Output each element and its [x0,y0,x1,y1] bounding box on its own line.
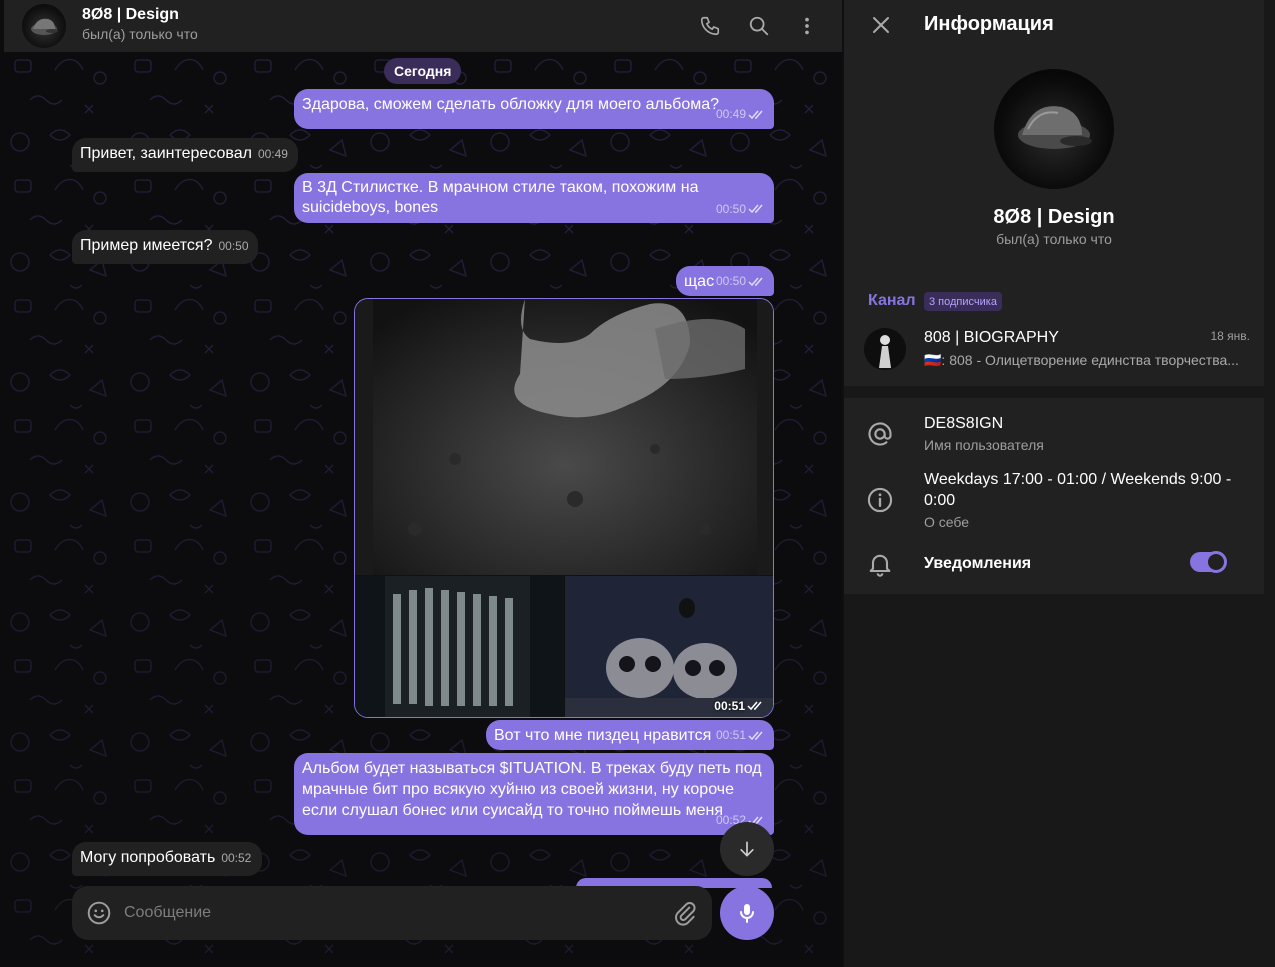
message-meta: 00:50 [716,199,766,219]
arrow-down-icon [740,841,754,857]
double-check-icon [748,110,763,119]
notifications-row[interactable]: Уведомления [844,551,1264,577]
telegram-app: 8Ø8 | Design был(а) только что Сегодня З… [0,0,1275,967]
close-icon [873,17,889,33]
at-icon [868,422,892,446]
call-button[interactable] [692,8,728,44]
message-outgoing[interactable]: Вот что мне пиздец нравится 00:51 [486,720,774,750]
username-row[interactable]: DE8S8IGN Имя пользователя [844,412,1264,462]
bio-row[interactable]: Weekdays 17:00 - 01:00 / Weekends 9:00 -… [844,468,1264,534]
message-meta: 00:51 [716,725,766,746]
profile-section: Информация 8Ø8 | Design был(а) только чт… [844,0,1264,386]
details-section: DE8S8IGN Имя пользователя Weekdays 17:00… [844,398,1264,594]
date-separator: Сегодня [384,58,462,84]
channel-label: Канал [868,292,916,309]
record-voice-button[interactable] [720,886,774,940]
photo-album[interactable]: 00:51 [354,298,774,718]
message-incoming[interactable]: Привет, заинтересовал 00:49 [72,138,298,172]
double-check-icon [747,701,762,711]
message-text: Пример имеется? [80,237,213,254]
message-text: Вот что мне пиздец нравится [494,727,712,744]
photo-skulls[interactable] [565,576,773,717]
message-time: 00:50 [218,239,249,253]
message-time: 00:51 [714,699,745,713]
chat-avatar[interactable] [22,4,66,48]
profile-avatar[interactable] [994,69,1114,189]
chat-title: 8Ø8 | Design [82,6,179,23]
channel-subscribers-badge: 3 подписчика [924,292,1002,311]
profile-name: 8Ø8 | Design [993,206,1115,228]
message-outgoing[interactable]: Альбом будет называться $ITUATION. В тре… [294,753,774,835]
info-title: Информация [924,13,1054,35]
username-label: Имя пользователя [924,437,1044,453]
message-meta: 00:49 [716,104,766,125]
message-text: щас [684,273,715,290]
photo-hand-in-soil[interactable] [355,299,773,575]
message-text-line: В 3Д Стилистке. В мрачном стиле таком, п… [302,179,699,196]
double-check-icon [748,277,763,286]
more-vertical-icon [805,17,809,35]
message-outgoing[interactable]: Здарова, сможем сделать обложку для моег… [294,89,774,129]
close-info-button[interactable] [864,8,898,42]
message-time: 00:50 [715,202,746,216]
scroll-down-button[interactable] [720,822,774,876]
info-icon [867,487,893,513]
notifications-toggle[interactable] [1190,551,1227,573]
message-text: Привет, заинтересовал [80,145,252,162]
message-outgoing[interactable]: щас 00:50 [676,266,774,296]
bell-icon [869,554,891,577]
search-button[interactable] [741,8,777,44]
channel-avatar [864,328,906,370]
message-time: 00:49 [715,107,746,121]
message-time: 00:52 [221,851,252,865]
message-text-line: если слушал бонес или суисайд то точно п… [302,802,724,819]
more-button[interactable] [789,8,825,44]
album-meta: 00:51 [714,699,765,713]
message-outgoing[interactable]: В 3Д Стилистке. В мрачном стиле таком, п… [294,173,774,223]
bio-label: О себе [924,514,970,530]
message-input[interactable] [124,900,644,926]
phone-icon [700,16,720,36]
message-composer[interactable] [72,886,712,940]
message-incoming[interactable]: Могу попробовать 00:52 [72,842,262,876]
channel-item[interactable]: 808 | BIOGRAPHY 18 янв. 🇷🇺: 808 - Олицет… [844,322,1264,378]
message-text-line: Альбом будет называться $ITUATION. В тре… [302,760,762,777]
toggle-knob [1205,551,1227,573]
message-text-line: suicideboys, bones [302,199,439,216]
profile-status: был(а) только что [996,231,1112,247]
message-time: 00:51 [715,728,746,742]
bio-value: Weekdays 17:00 - 01:00 / Weekends 9:00 -… [924,471,1232,509]
message-incoming[interactable]: Пример имеется? 00:50 [72,230,258,264]
search-icon [749,16,769,36]
chat-header[interactable]: 8Ø8 | Design был(а) только что [4,0,842,52]
channel-name: 808 | BIOGRAPHY [924,329,1059,346]
photo-dark-fence[interactable] [355,576,564,717]
double-check-icon [748,731,763,740]
message-text: Могу попробовать [80,849,216,866]
chat-panel: 8Ø8 | Design был(а) только что Сегодня З… [0,0,842,967]
message-time: 00:49 [257,147,288,161]
mic-icon [740,904,754,923]
message-text: Здарова, сможем сделать обложку для моег… [302,96,720,113]
message-text-line: мрачные бит про всякую хуйню из своей жи… [302,781,734,798]
info-panel: Информация 8Ø8 | Design был(а) только чт… [843,0,1275,967]
attach-icon[interactable] [672,900,698,926]
chat-status: был(а) только что [82,26,198,42]
double-check-icon [748,204,763,214]
message-meta: 00:50 [716,271,766,292]
username-value: DE8S8IGN [924,415,1004,432]
emoji-icon[interactable] [86,900,112,926]
message-time: 00:50 [715,274,746,288]
channel-date: 18 янв. [1210,329,1250,343]
channel-description: 🇷🇺: 808 - Олицетворение единства творчес… [924,352,1239,368]
